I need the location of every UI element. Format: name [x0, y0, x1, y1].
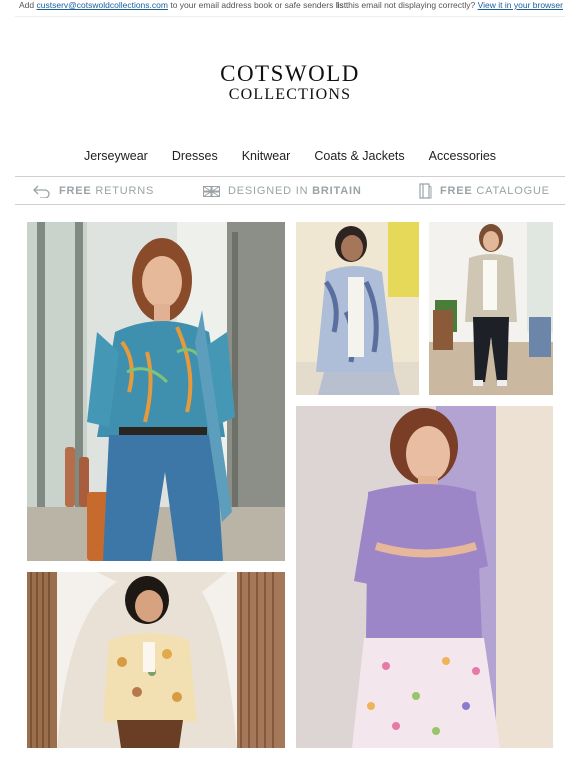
- preheader-add-suffix: to your email address book or safe sende…: [170, 0, 349, 10]
- brand-line-1: COTSWOLD: [220, 61, 360, 86]
- nav-item-knitwear[interactable]: Knitwear: [242, 149, 291, 163]
- usp-returns-bold: FREE: [59, 185, 92, 197]
- usp-designed-in-britain[interactable]: DESIGNED IN BRITAIN: [203, 183, 362, 199]
- preheader: Add custserv@cotswoldcollections.com to …: [0, 0, 580, 12]
- hero-photo-floral-blouse[interactable]: [27, 222, 285, 561]
- nav-item-dresses[interactable]: Dresses: [172, 149, 218, 163]
- preheader-divider: [15, 16, 565, 17]
- nav-item-jerseywear[interactable]: Jerseywear: [84, 149, 148, 163]
- usp-free-returns[interactable]: FREE RETURNS: [33, 183, 154, 199]
- nav-item-coats-jackets[interactable]: Coats & Jackets: [314, 149, 404, 163]
- usp-free-catalogue[interactable]: FREE CATALOGUE: [418, 183, 550, 199]
- category-nav: Jerseywear Dresses Knitwear Coats & Jack…: [0, 149, 580, 163]
- union-flag-icon: [203, 185, 220, 197]
- nav-item-accessories[interactable]: Accessories: [429, 149, 496, 163]
- usp-britain-text: DESIGNED IN: [228, 185, 309, 197]
- view-in-browser-link[interactable]: View it in your browser: [478, 0, 563, 10]
- usp-bar: FREE RETURNS DESIGNED IN BRITAIN FREE CA…: [15, 176, 565, 205]
- photo-quilted-jacket[interactable]: [429, 222, 553, 395]
- brand-logo[interactable]: COTSWOLD COLLECTIONS: [0, 62, 580, 104]
- brand-line-2: COLLECTIONS: [228, 86, 352, 103]
- usp-britain-bold: BRITAIN: [312, 185, 362, 197]
- preheader-display-text: Is this email not displaying correctly?: [336, 0, 476, 10]
- preheader-safe-senders: Add custserv@cotswoldcollections.com to …: [19, 0, 348, 10]
- preheader-add-prefix: Add: [19, 0, 35, 10]
- photo-leaf-print-jacket[interactable]: [296, 222, 419, 395]
- return-arrow-icon: [33, 184, 51, 198]
- usp-catalogue-text: CATALOGUE: [476, 185, 550, 197]
- usp-returns-text: RETURNS: [95, 185, 155, 197]
- customer-service-email-link[interactable]: custserv@cotswoldcollections.com: [37, 0, 168, 10]
- photo-floral-shirt-jacket[interactable]: [27, 572, 285, 748]
- preheader-browser-notice: Is this email not displaying correctly? …: [337, 0, 563, 10]
- catalogue-book-icon: [418, 183, 432, 199]
- usp-catalogue-bold: FREE: [440, 185, 473, 197]
- photo-lilac-top-floral-skirt[interactable]: [296, 406, 553, 748]
